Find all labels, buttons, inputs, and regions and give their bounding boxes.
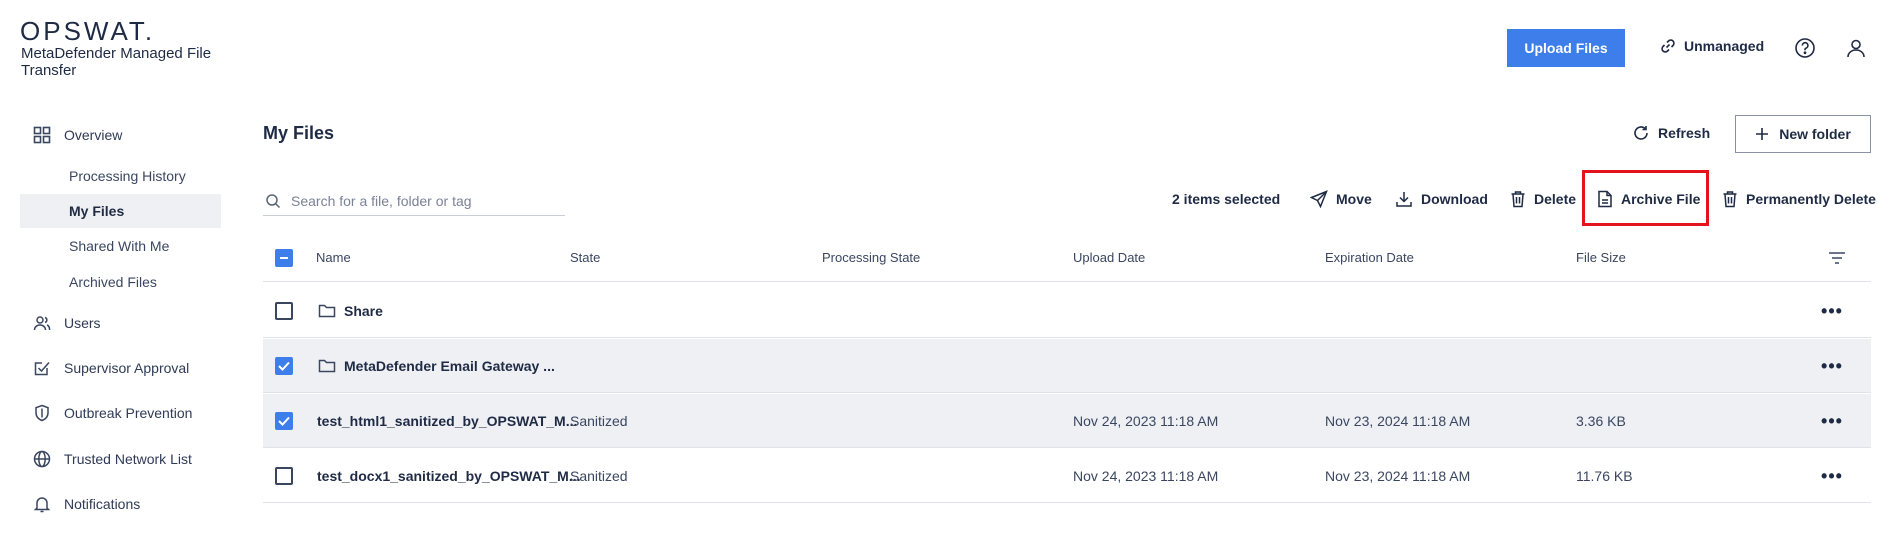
opswat-logo: OPSWAT. (20, 16, 156, 46)
refresh-button[interactable]: Refresh (1632, 124, 1710, 142)
grid-icon (32, 125, 52, 145)
column-header-processing-state[interactable]: Processing State (822, 250, 920, 265)
permanently-delete-button[interactable]: Permanently Delete (1722, 190, 1876, 208)
table-row[interactable]: test_html1_sanitized_by_OPSWAT_M... Sani… (263, 394, 1871, 448)
sidebar-item-label: Overview (64, 127, 123, 143)
download-button[interactable]: Download (1395, 190, 1488, 208)
row-checkbox[interactable] (275, 467, 293, 485)
product-name: MetaDefender Managed File Transfer (21, 45, 212, 79)
row-name-cell: Share (318, 284, 383, 338)
row-upload-date: Nov 24, 2023 11:18 AM (1073, 468, 1219, 484)
table-row[interactable]: MetaDefender Email Gateway ... ••• (263, 339, 1871, 393)
user-profile-icon[interactable] (1845, 37, 1867, 59)
row-file-size: 11.76 KB (1576, 468, 1633, 484)
selection-count: 2 items selected (1172, 191, 1281, 207)
row-checkbox[interactable] (275, 357, 293, 375)
refresh-label: Refresh (1658, 125, 1711, 141)
send-icon (1310, 190, 1328, 208)
more-options-icon[interactable]: ••• (1821, 466, 1842, 486)
row-name[interactable]: MetaDefender Email Gateway ... (344, 358, 555, 374)
select-all-checkbox[interactable] (275, 249, 293, 267)
permanently-delete-label: Permanently Delete (1746, 191, 1876, 207)
sidebar-item-label: Notifications (64, 496, 141, 512)
sidebar-item-outbreak-prevention[interactable]: Outbreak Prevention (20, 396, 221, 430)
sidebar-item-users[interactable]: Users (20, 306, 221, 340)
new-folder-button[interactable]: New folder (1735, 115, 1871, 153)
table-row[interactable]: test_docx1_sanitized_by_OPSWAT_M... Sani… (263, 449, 1871, 503)
sidebar-item-label: My Files (69, 203, 125, 219)
sidebar-item-processing-history[interactable]: Processing History (20, 159, 221, 193)
row-checkbox[interactable] (275, 302, 293, 320)
filter-icon[interactable] (1828, 251, 1846, 265)
row-name-cell: MetaDefender Email Gateway ... (318, 339, 555, 393)
users-icon (32, 313, 52, 333)
search-input[interactable] (291, 192, 551, 209)
sidebar-item-my-files[interactable]: My Files (20, 194, 221, 228)
page-title: My Files (263, 123, 335, 143)
shield-icon (32, 403, 52, 423)
column-header-file-size[interactable]: File Size (1576, 250, 1626, 265)
unmanaged-link[interactable]: Unmanaged (1660, 38, 1764, 54)
column-header-expiration-date[interactable]: Expiration Date (1325, 250, 1414, 265)
sidebar-item-supervisor-approval[interactable]: Supervisor Approval (20, 351, 221, 385)
row-expiration-date: Nov 23, 2024 11:18 AM (1325, 468, 1471, 484)
approval-icon (32, 358, 52, 378)
sidebar-item-label: Users (64, 315, 101, 331)
row-file-size: 3.36 KB (1576, 413, 1626, 429)
new-folder-label: New folder (1779, 126, 1851, 142)
sidebar-item-label: Processing History (69, 168, 186, 184)
sidebar-item-label: Supervisor Approval (64, 360, 190, 376)
upload-files-button[interactable]: Upload Files (1507, 29, 1625, 67)
move-label: Move (1336, 191, 1372, 207)
trash-icon (1510, 190, 1526, 208)
sidebar-item-overview[interactable]: Overview (20, 118, 221, 152)
row-name[interactable]: test_html1_sanitized_by_OPSWAT_M... (317, 394, 577, 448)
plus-icon (1755, 127, 1769, 141)
search-icon (265, 193, 281, 209)
column-header-upload-date[interactable]: Upload Date (1073, 250, 1145, 265)
sidebar-item-label: Trusted Network List (64, 451, 192, 467)
sidebar-item-shared-with-me[interactable]: Shared With Me (20, 229, 221, 263)
table-row[interactable]: Share ••• (263, 284, 1871, 338)
row-state: Sanitized (570, 468, 628, 484)
more-options-icon[interactable]: ••• (1821, 301, 1842, 321)
download-label: Download (1421, 191, 1488, 207)
download-icon (1395, 190, 1413, 208)
folder-icon (318, 303, 336, 319)
column-header-state[interactable]: State (570, 250, 600, 265)
unmanaged-label: Unmanaged (1684, 38, 1765, 54)
move-button[interactable]: Move (1310, 190, 1372, 208)
row-checkbox[interactable] (275, 412, 293, 430)
bell-icon (32, 494, 52, 514)
sidebar-item-trusted-network-list[interactable]: Trusted Network List (20, 442, 221, 476)
folder-icon (318, 358, 336, 374)
trash-icon (1722, 190, 1738, 208)
row-name[interactable]: Share (344, 303, 383, 319)
row-upload-date: Nov 24, 2023 11:18 AM (1073, 413, 1219, 429)
delete-label: Delete (1534, 191, 1577, 207)
table-header (263, 232, 1871, 282)
globe-icon (32, 449, 52, 469)
column-header-name[interactable]: Name (316, 250, 351, 265)
row-state: Sanitized (570, 413, 628, 429)
more-options-icon[interactable]: ••• (1821, 411, 1842, 431)
row-expiration-date: Nov 23, 2024 11:18 AM (1325, 413, 1471, 429)
sidebar-item-notifications[interactable]: Notifications (20, 487, 221, 521)
sidebar-item-label: Archived Files (69, 274, 157, 290)
help-icon[interactable] (1794, 37, 1816, 59)
refresh-icon (1632, 124, 1650, 142)
highlight-annotation (1582, 170, 1709, 226)
link-icon (1660, 38, 1676, 54)
row-name[interactable]: test_docx1_sanitized_by_OPSWAT_M... (317, 449, 581, 503)
sidebar-item-label: Shared With Me (69, 238, 170, 254)
search-box[interactable] (263, 186, 565, 216)
sidebar-item-label: Outbreak Prevention (64, 405, 193, 421)
sidebar-item-archived-files[interactable]: Archived Files (20, 265, 221, 299)
more-options-icon[interactable]: ••• (1821, 356, 1842, 376)
delete-button[interactable]: Delete (1510, 190, 1576, 208)
